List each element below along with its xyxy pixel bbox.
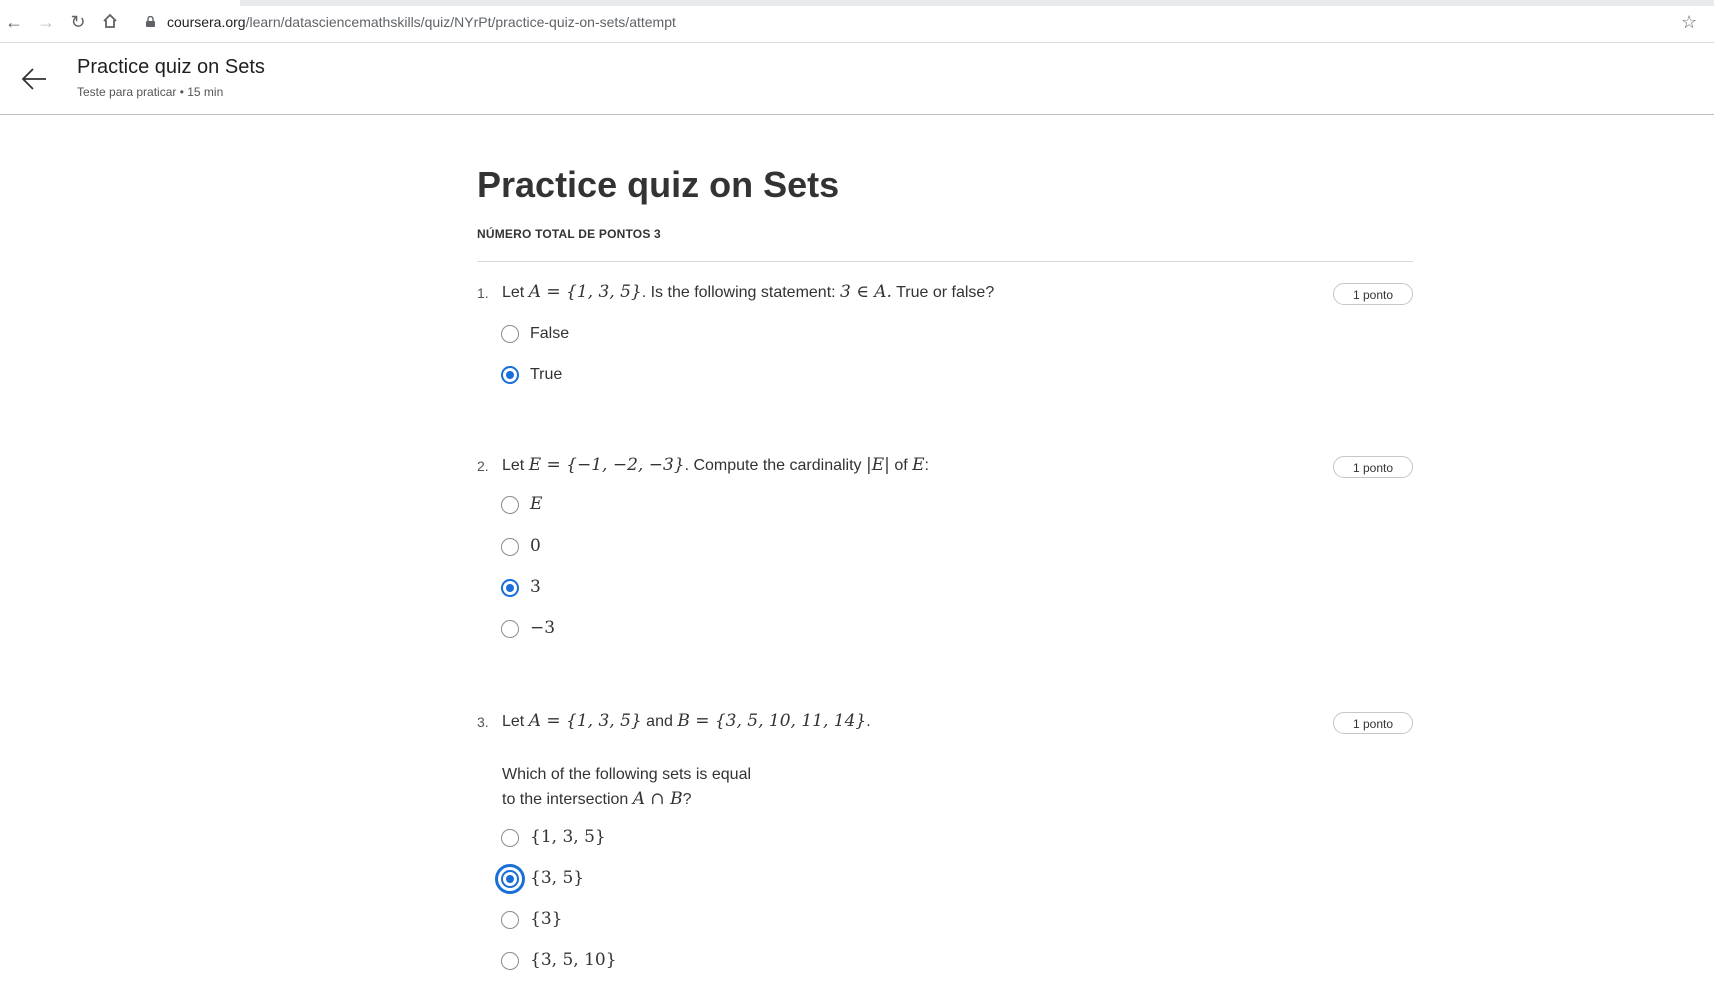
back-arrow-icon[interactable]	[20, 65, 48, 93]
question-prompt: Which of the following sets is equal to t…	[502, 766, 752, 809]
option-label: 0	[530, 536, 541, 556]
radio-button[interactable]	[501, 620, 519, 638]
points-badge: 1 ponto	[1333, 283, 1413, 305]
option-label: E	[530, 494, 543, 514]
header-title: Practice quiz on Sets	[77, 56, 265, 78]
question-text: Let A = {1, 3, 5} and B = {3, 5, 10, 11,…	[502, 711, 871, 731]
points-badge: 1 ponto	[1333, 456, 1413, 478]
radio-button-selected[interactable]	[501, 579, 519, 597]
question-text: Let A = {1, 3, 5}. Is the following stat…	[502, 282, 995, 302]
option-label: False	[530, 325, 570, 342]
radio-button[interactable]	[501, 325, 519, 343]
option-label: True	[530, 366, 563, 383]
option-label: {3, 5}	[530, 868, 585, 888]
forward-icon[interactable]: →	[36, 12, 56, 32]
question-number: 3.	[477, 714, 489, 730]
url-host: coursera.org	[167, 14, 246, 30]
reload-icon[interactable]: ↻	[68, 12, 88, 32]
back-icon[interactable]: ←	[4, 12, 24, 32]
radio-button[interactable]	[501, 952, 519, 970]
radio-button-selected[interactable]	[501, 366, 519, 384]
total-points: NÚMERO TOTAL DE PONTOS 3	[477, 227, 661, 241]
option-label: {3}	[530, 909, 563, 929]
option-label: −3	[530, 618, 556, 638]
option-label: {3, 5, 10}	[530, 950, 617, 970]
browser-toolbar: ← → ↻ coursera.org/learn/datasciencemath…	[0, 0, 1714, 43]
url-path: /learn/datasciencemathskills/quiz/NYrPt/…	[245, 14, 676, 30]
page-title: Practice quiz on Sets	[477, 164, 840, 205]
radio-button-selected[interactable]	[495, 864, 525, 894]
option-label: 3	[530, 577, 541, 597]
radio-button[interactable]	[501, 538, 519, 556]
radio-button[interactable]	[501, 829, 519, 847]
tab-strip	[240, 0, 1714, 6]
quiz-header: Practice quiz on Sets Teste para pratica…	[0, 43, 1714, 115]
star-icon[interactable]: ☆	[1681, 12, 1697, 32]
question-number: 1.	[477, 285, 489, 301]
radio-button[interactable]	[501, 496, 519, 514]
question-text: Let E = {−1, −2, −3}. Compute the cardin…	[502, 455, 929, 475]
option-label: {1, 3, 5}	[530, 827, 606, 847]
question-number: 2.	[477, 458, 489, 474]
divider	[477, 261, 1413, 262]
points-badge: 1 ponto	[1333, 712, 1413, 734]
radio-button[interactable]	[501, 911, 519, 929]
address-bar[interactable]: coursera.org/learn/datasciencemathskills…	[167, 14, 676, 30]
home-icon[interactable]	[100, 12, 120, 32]
lock-icon	[146, 16, 155, 27]
header-subtitle: Teste para praticar • 15 min	[77, 85, 224, 99]
